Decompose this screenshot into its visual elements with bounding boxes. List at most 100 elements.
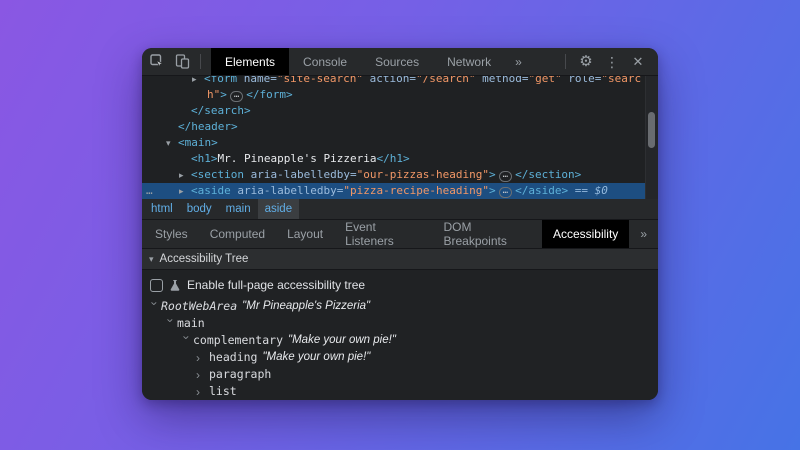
chevron-collapsed-icon[interactable]: ›: [196, 352, 209, 364]
a11y-accessible-name: "Make your own pie!": [288, 332, 396, 349]
tab-network[interactable]: Network: [433, 48, 505, 75]
tab-sources[interactable]: Sources: [361, 48, 433, 75]
code-token-val: "our-pizzas-heading": [357, 168, 489, 181]
chevron-expanded-icon[interactable]: ›: [149, 301, 161, 314]
tab-event-listeners[interactable]: Event Listeners: [334, 220, 432, 248]
code-token-attr: name=: [237, 76, 277, 85]
dom-tree-row[interactable]: </header>: [142, 119, 658, 135]
toolbar-divider-right: [565, 54, 566, 69]
code-token-tag: <h1>: [191, 152, 218, 165]
devtools-window: ElementsConsoleSourcesNetwork » ⚙ ⋮ ✕ ▸<…: [142, 48, 658, 400]
code-token-tag: >: [489, 184, 496, 197]
a11y-accessible-name: "Mr Pineapple's Pizzeria": [242, 298, 370, 315]
tab-layout[interactable]: Layout: [276, 220, 334, 248]
customize-kebab-icon[interactable]: ⋮: [600, 50, 624, 74]
breadcrumb-item-main[interactable]: main: [219, 199, 258, 219]
more-panels-chevron[interactable]: »: [505, 48, 532, 75]
code-token-val: "get": [529, 76, 562, 85]
chevron-expanded-icon[interactable]: ›: [165, 318, 177, 331]
chevron-collapsed-icon[interactable]: ›: [196, 369, 209, 381]
section-title: Accessibility Tree: [160, 253, 249, 265]
experiment-flask-icon: [169, 279, 181, 292]
code-token-val: "searc: [601, 76, 641, 85]
accessibility-tree: ›RootWebArea"Mr Pineapple's Pizzeria"›ma…: [142, 298, 658, 400]
enable-fullpage-a11y-row: Enable full-page accessibility tree: [142, 270, 658, 298]
collapsed-content-ellipsis-icon[interactable]: …: [230, 91, 243, 102]
devtools-toolbar: ElementsConsoleSourcesNetwork » ⚙ ⋮ ✕: [142, 48, 658, 76]
code-token-eq: == $0: [568, 184, 608, 197]
accessibility-tree-section-header[interactable]: ▾ Accessibility Tree: [142, 249, 658, 270]
toolbar-right-icons: ⚙ ⋮ ✕: [565, 48, 658, 75]
enable-fullpage-a11y-label: Enable full-page accessibility tree: [187, 278, 365, 292]
toolbar-left-icons: [142, 48, 205, 75]
settings-gear-icon[interactable]: ⚙: [574, 50, 598, 74]
enable-fullpage-a11y-checkbox[interactable]: [150, 279, 163, 292]
code-token-tag: </header>: [178, 120, 238, 133]
inspect-element-icon[interactable]: [150, 54, 165, 69]
breadcrumb: htmlbodymainaside: [142, 199, 658, 220]
code-token-val: "pizza-recipe-heading": [343, 184, 489, 197]
code-token-attr: method=: [476, 76, 529, 85]
dom-tree-row[interactable]: </search>: [142, 103, 658, 119]
code-token-tag: </form>: [246, 88, 292, 101]
code-token-attr: role=: [562, 76, 602, 85]
chevron-collapsed-icon[interactable]: ›: [196, 386, 209, 398]
scrollbar-thumb[interactable]: [648, 112, 655, 148]
tab-console[interactable]: Console: [289, 48, 361, 75]
scrollbar-track[interactable]: [645, 76, 658, 199]
more-sidebar-tabs-chevron[interactable]: »: [629, 220, 658, 248]
a11y-role: complementary: [193, 332, 283, 349]
dom-code-rows: ▸<form name="site-search" action="/searc…: [142, 76, 658, 199]
code-token-val: "site-search": [277, 76, 363, 85]
devtools-panel-tabs: ElementsConsoleSourcesNetwork: [211, 48, 505, 75]
device-toolbar-icon[interactable]: [175, 54, 190, 69]
breadcrumb-item-body[interactable]: body: [180, 199, 219, 219]
code-token-tag: </section>: [515, 168, 581, 181]
collapsed-content-ellipsis-icon[interactable]: …: [499, 187, 512, 198]
a11y-tree-row[interactable]: ›list: [142, 383, 658, 400]
tab-dom-breakpoints[interactable]: DOM Breakpoints: [432, 220, 541, 248]
a11y-tree-row[interactable]: ›heading "Make your own pie!": [142, 349, 658, 366]
expand-triangle-icon[interactable]: ▸: [179, 184, 191, 199]
code-token-val: "/search": [416, 76, 476, 85]
dom-tree-row[interactable]: … ▸<aside aria-labelledby="pizza-recipe-h…: [142, 183, 658, 199]
a11y-tree-row[interactable]: ›complementary "Make your own pie!": [142, 332, 658, 349]
close-icon[interactable]: ✕: [626, 50, 650, 74]
chevron-expanded-icon[interactable]: ›: [181, 335, 193, 348]
code-token-attr: action=: [363, 76, 416, 85]
tab-computed[interactable]: Computed: [199, 220, 276, 248]
code-token-attr: aria-labelledby=: [231, 184, 344, 197]
code-token-tag: </search>: [191, 104, 251, 117]
tab-elements[interactable]: Elements: [211, 48, 289, 75]
dom-tree-row[interactable]: ▸<section aria-labelledby="our-pizzas-he…: [142, 167, 658, 183]
row-overflow-dots[interactable]: …: [146, 183, 154, 199]
sidebar-tabs: StylesComputedLayoutEvent ListenersDOM B…: [142, 220, 658, 249]
code-token-tag: <section: [191, 168, 244, 181]
dom-tree-row[interactable]: h">…</form>: [142, 87, 658, 103]
dom-tree-row[interactable]: <h1>Mr. Pineapple's Pizzeria</h1>: [142, 151, 658, 167]
elements-dom-tree: ▸<form name="site-search" action="/searc…: [142, 76, 658, 199]
a11y-role: heading: [209, 349, 257, 366]
code-token-tag: <aside: [191, 184, 231, 197]
expand-triangle-icon[interactable]: ▸: [179, 168, 191, 184]
a11y-tree-row[interactable]: ›RootWebArea"Mr Pineapple's Pizzeria": [142, 298, 658, 315]
collapsed-content-ellipsis-icon[interactable]: …: [499, 171, 512, 182]
code-token-text: Mr. Pineapple's Pizzeria: [218, 152, 377, 165]
breadcrumb-item-html[interactable]: html: [144, 199, 180, 219]
code-token-val: h": [207, 88, 220, 101]
expand-triangle-icon[interactable]: ▾: [166, 136, 178, 152]
a11y-tree-row[interactable]: ›paragraph: [142, 366, 658, 383]
breadcrumb-item-aside[interactable]: aside: [258, 199, 300, 219]
a11y-tree-row[interactable]: ›main: [142, 315, 658, 332]
dom-tree-row[interactable]: ▾<main>: [142, 135, 658, 151]
code-token-tag: <main>: [178, 136, 218, 149]
toolbar-divider: [200, 54, 201, 69]
code-token-tag: </aside>: [515, 184, 568, 197]
section-collapse-triangle-icon: ▾: [149, 254, 154, 265]
dom-tree-row[interactable]: ▸<form name="site-search" action="/searc…: [142, 76, 658, 87]
code-token-tag: </h1>: [376, 152, 409, 165]
a11y-accessible-name: "Make your own pie!": [262, 349, 370, 366]
accessibility-pane: Enable full-page accessibility tree ›Roo…: [142, 270, 658, 400]
tab-styles[interactable]: Styles: [144, 220, 199, 248]
tab-accessibility[interactable]: Accessibility: [542, 220, 629, 248]
